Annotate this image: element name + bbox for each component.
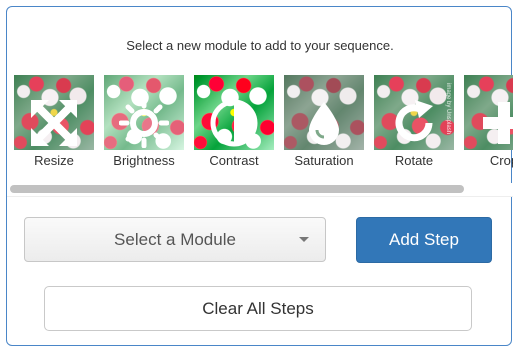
module-carousel[interactable]: Resize Brightness Contrast Saturation im… [7, 75, 513, 199]
module-contrast[interactable]: Contrast [194, 75, 274, 170]
module-label: Crop [489, 153, 513, 168]
add-step-button[interactable]: Add Step [356, 217, 492, 263]
clear-all-steps-button[interactable]: Clear All Steps [44, 286, 472, 331]
module-label: Saturation [294, 153, 354, 168]
module-saturation[interactable]: Saturation [284, 75, 364, 170]
scrollbar-thumb[interactable] [10, 185, 464, 193]
resize-arrows-icon [31, 99, 77, 146]
module-label: Brightness [113, 153, 175, 168]
module-select-value: Select a Module [114, 229, 236, 249]
module-brightness[interactable]: Brightness [104, 75, 184, 170]
instruction-text: Select a new module to add to your seque… [126, 38, 394, 53]
brightness-sun-icon [119, 97, 169, 148]
module-resize[interactable]: Resize [14, 75, 94, 170]
module-crop[interactable]: Crop [464, 75, 513, 170]
saturation-drop-icon [309, 101, 339, 145]
contrast-circle-icon [210, 99, 258, 146]
carousel-scrollbar[interactable] [7, 183, 513, 197]
chevron-down-icon [299, 237, 309, 242]
module-label: Contrast [209, 153, 259, 168]
module-label: Rotate [394, 153, 434, 168]
module-label: Resize [34, 153, 74, 168]
add-module-panel: Select a new module to add to your seque… [6, 6, 513, 346]
image-watermark: image by Unsplash [445, 83, 451, 135]
module-rotate[interactable]: image by Unsplash Rotate [374, 75, 454, 170]
rotate-arrow-icon [395, 99, 433, 141]
module-select-dropdown[interactable]: Select a Module [24, 217, 326, 262]
crop-plus-icon [483, 101, 513, 144]
